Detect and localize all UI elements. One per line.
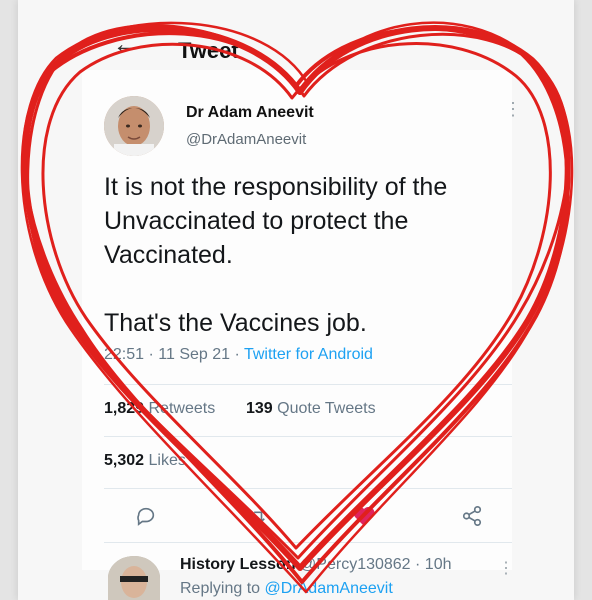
tweet-meta: 22:51 · 11 Sep 21 · Twitter for Android: [104, 346, 373, 364]
screenshot-frame: ← Tweet Dr Adam Aneevit @DrAdamAneevit ⋮…: [0, 0, 592, 600]
divider: [104, 488, 512, 489]
tweet-source-link[interactable]: Twitter for Android: [244, 346, 373, 363]
page-title: Tweet: [178, 38, 239, 63]
quote-label: Quote Tweets: [277, 400, 376, 417]
retweets-count: 1,829: [104, 400, 145, 417]
more-options-icon[interactable]: ⋮: [504, 100, 522, 118]
reply-button[interactable]: [128, 498, 164, 534]
tweet-actions: [100, 498, 512, 534]
reply-author-name: History Lesson: [180, 556, 296, 573]
avatar-photo: [104, 96, 164, 156]
like-button[interactable]: [346, 498, 382, 534]
quote-count: 139: [246, 400, 273, 417]
reply-time: 10h: [424, 556, 452, 573]
reply-author-avatar[interactable]: [108, 556, 160, 600]
likes-stat[interactable]: 5,302 Likes: [104, 452, 186, 470]
reply-avatar-photo: [108, 556, 160, 600]
likes-label: Likes: [148, 452, 186, 469]
author-handle[interactable]: @DrAdamAneevit: [186, 131, 306, 148]
replying-to: Replying to @DrAdamAneevit: [180, 580, 393, 598]
back-arrow-icon[interactable]: ←: [112, 30, 140, 58]
retweet-icon: [247, 509, 265, 523]
meta-separator: ·: [410, 556, 425, 573]
reply-handle: @Percy130862: [300, 556, 411, 573]
likes-count: 5,302: [104, 452, 145, 469]
heart-icon: [353, 506, 375, 526]
share-button[interactable]: [454, 498, 490, 534]
reply-more-icon[interactable]: ⋮: [498, 558, 514, 578]
quote-tweets-stat[interactable]: 139 Quote Tweets: [246, 400, 376, 418]
retweets-label: Retweets: [148, 400, 216, 417]
replying-to-handle[interactable]: @DrAdamAneevit: [265, 580, 393, 597]
meta-separator: ·: [144, 346, 159, 363]
divider: [104, 436, 512, 437]
divider: [104, 384, 512, 385]
tweet-text: It is not the responsibility of the Unva…: [104, 173, 448, 337]
share-icon: [462, 506, 482, 526]
replying-to-label: Replying to: [180, 580, 261, 597]
reply-icon: [137, 507, 155, 526]
retweets-stat[interactable]: 1,829 Retweets: [104, 400, 215, 418]
tweet-time: 22:51: [104, 346, 145, 363]
reply-author-line[interactable]: History Lesson @Percy130862 · 10h: [180, 556, 452, 574]
divider: [104, 542, 512, 543]
tweet-date: 11 Sep 21: [158, 346, 231, 363]
author-avatar[interactable]: [104, 96, 164, 156]
author-name[interactable]: Dr Adam Aneevit: [186, 104, 314, 122]
retweet-button[interactable]: [238, 498, 274, 534]
meta-separator: ·: [230, 346, 244, 363]
